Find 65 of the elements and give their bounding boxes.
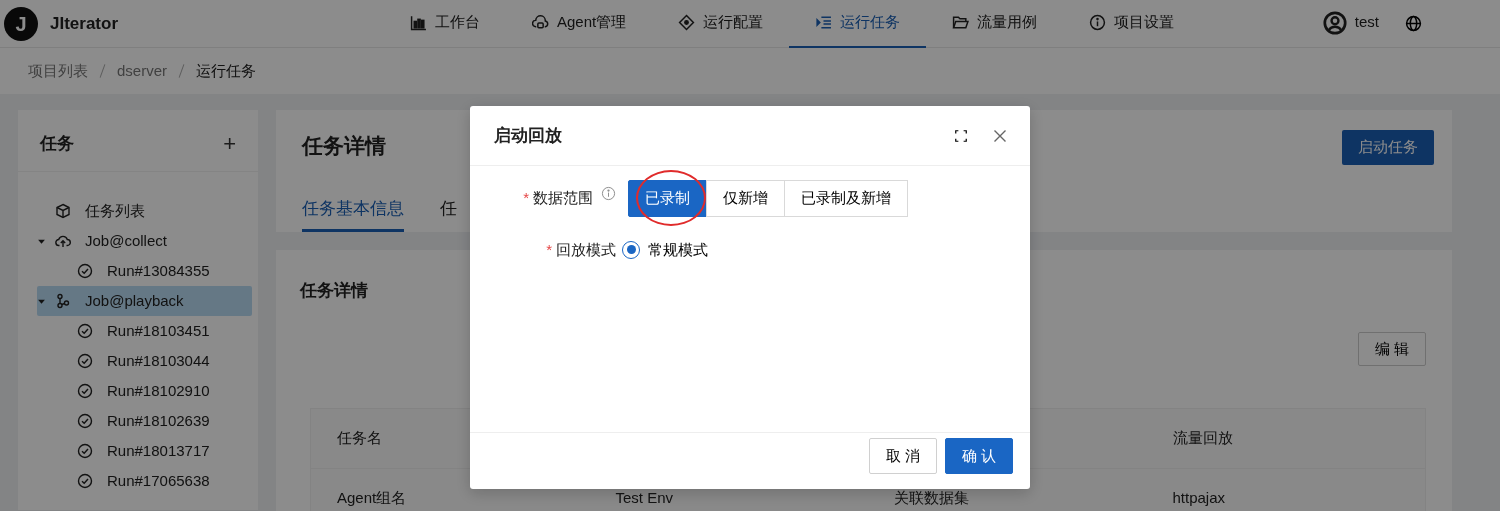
app-name: JIterator	[50, 12, 119, 35]
field-label: 数据范围	[533, 188, 593, 208]
close-icon	[992, 127, 1008, 144]
edit-button[interactable]: 编 辑	[1357, 331, 1426, 366]
cube-icon	[55, 203, 71, 219]
tree-item[interactable]: Run#18013717	[37, 436, 252, 466]
diamond-icon	[678, 14, 696, 31]
add-button[interactable]: +	[223, 132, 236, 155]
tree-item[interactable]: Run#18103044	[37, 346, 252, 376]
nav-tab[interactable]: 项目设置	[1063, 0, 1201, 48]
required-mark: *	[546, 239, 552, 260]
tab[interactable]: 任务基本信息	[302, 195, 404, 232]
user-avatar-icon	[1322, 10, 1347, 35]
list-icon	[815, 14, 833, 31]
nav-tab[interactable]: 工作台	[384, 0, 506, 48]
info-icon	[1089, 14, 1107, 31]
radio-option[interactable]: 常规模式	[622, 238, 708, 261]
folder-icon	[952, 14, 970, 31]
breadcrumb-current: 运行任务	[196, 60, 257, 81]
check-circle-icon	[77, 263, 93, 279]
cancel-button[interactable]: 取 消	[868, 437, 937, 475]
tree-item[interactable]: Run#18102910	[37, 376, 252, 406]
logo: J	[4, 6, 38, 41]
check-circle-icon	[77, 443, 93, 459]
section-title: 任务详情	[300, 280, 369, 302]
start-task-button[interactable]: 启动任务	[1342, 130, 1434, 165]
breadcrumb-link[interactable]: 项目列表	[28, 59, 88, 83]
check-circle-icon	[77, 383, 93, 399]
breadcrumb-link[interactable]: dserver	[117, 59, 168, 83]
check-circle-icon	[77, 353, 93, 369]
bar-chart-icon	[410, 14, 427, 31]
language-button[interactable]	[1405, 15, 1422, 32]
tree-item[interactable]: Job@collect	[37, 226, 252, 256]
segment-option[interactable]: 仅新增	[706, 180, 785, 217]
nav-tab[interactable]: 流量用例	[926, 0, 1064, 48]
check-circle-icon	[77, 323, 93, 339]
check-circle-icon	[77, 473, 93, 489]
caret-icon	[37, 297, 46, 307]
field-label: 回放模式	[556, 239, 616, 260]
cloud-icon	[532, 14, 549, 31]
check-circle-icon	[77, 413, 93, 429]
nav-tab[interactable]: Agent管理	[506, 0, 653, 48]
segment-option[interactable]: 已录制	[628, 180, 707, 217]
user-menu[interactable]: test	[1322, 0, 1379, 48]
dialog-title: 启动回放	[494, 124, 562, 147]
tree-item[interactable]: Run#18103451	[37, 316, 252, 346]
caret-icon	[37, 237, 46, 247]
segment-option[interactable]: 已录制及新增	[784, 180, 908, 217]
tree-item[interactable]: Run#17065638	[37, 466, 252, 496]
expand-icon	[954, 128, 968, 143]
nodes-icon	[55, 293, 71, 309]
globe-icon	[1405, 15, 1422, 32]
confirm-button[interactable]: 确 认	[944, 437, 1013, 475]
tree-item[interactable]: Job@playback	[37, 286, 252, 316]
tree-item[interactable]: 任务列表	[37, 196, 252, 226]
page-title: 任务详情	[302, 133, 386, 159]
nav-tab[interactable]: 运行配置	[652, 0, 790, 48]
sidebar-title: 任务	[40, 132, 74, 155]
close-button[interactable]	[992, 127, 1008, 144]
tab[interactable]: 任	[440, 195, 457, 232]
tree-item[interactable]: Run#13084355	[37, 256, 252, 286]
fullscreen-button[interactable]	[954, 128, 968, 143]
tree-item[interactable]: Run#18102639	[37, 406, 252, 436]
required-mark: *	[523, 188, 529, 208]
cloud-upload-icon	[55, 233, 71, 249]
